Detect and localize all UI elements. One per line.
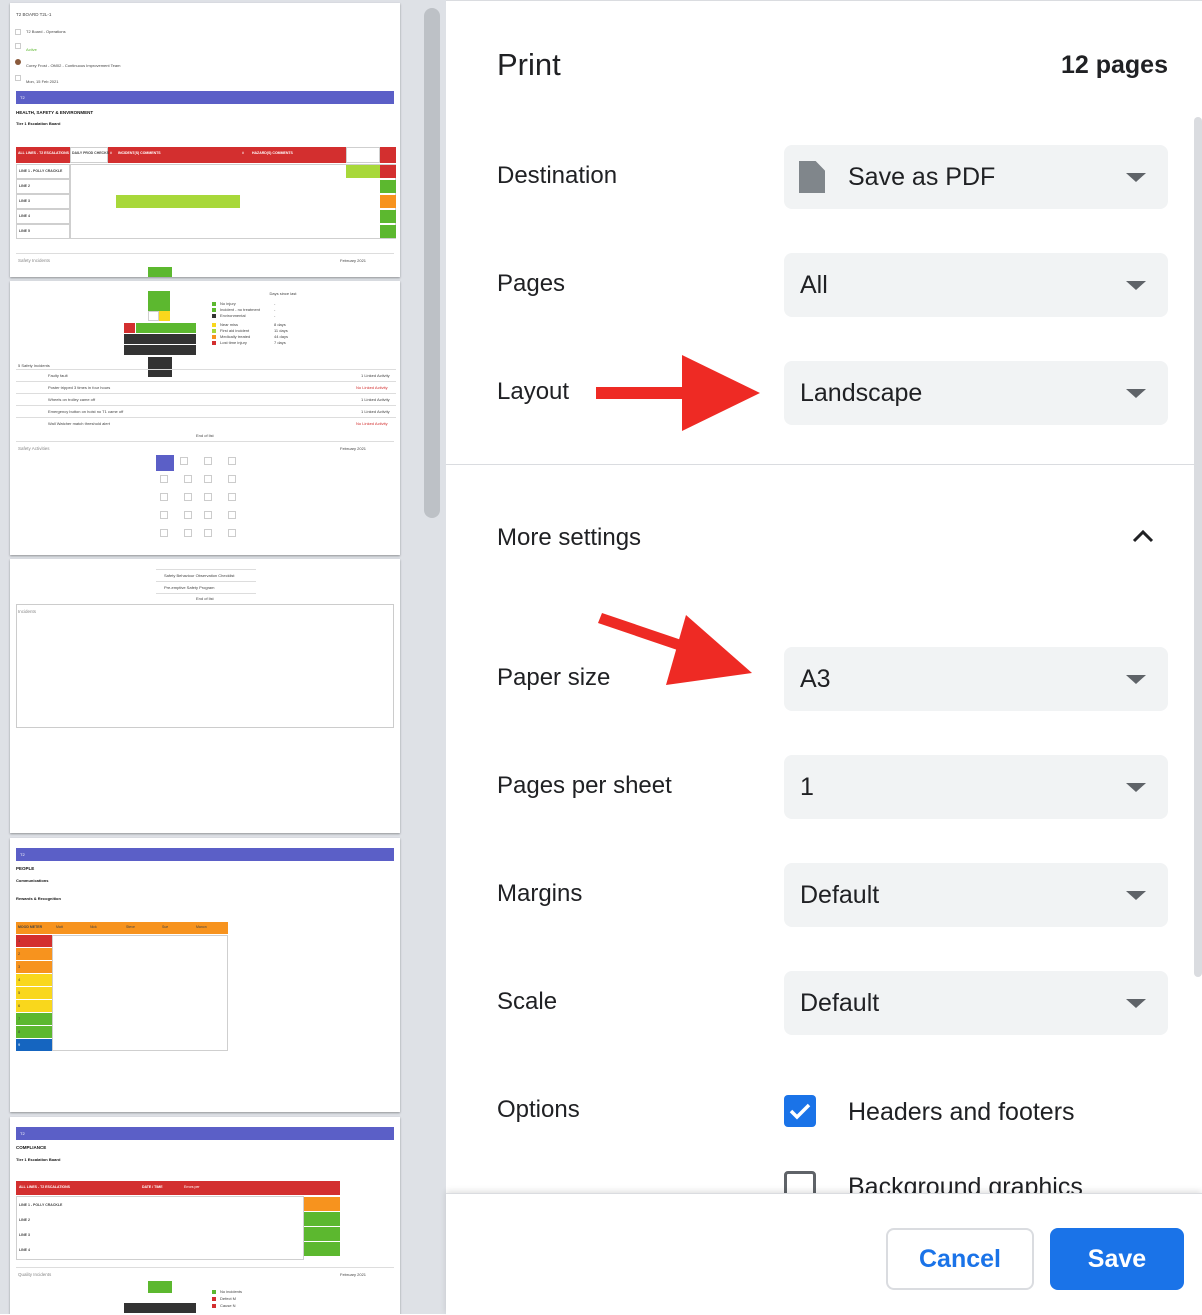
days-header: Days since last: [269, 291, 297, 296]
preview-page-4[interactable]: T2 PEOPLE Communications Rewards & Recog…: [10, 838, 400, 1112]
section-title: HEALTH, SAFETY & ENVIRONMENT: [16, 110, 94, 115]
scale-select[interactable]: Default: [784, 971, 1168, 1035]
paper-size-label: Paper size: [497, 664, 611, 691]
activity-icons: [156, 455, 246, 543]
destination-value: Save as PDF: [848, 163, 996, 191]
layout-label: Layout: [497, 378, 570, 405]
incident-count: 5 Safety Incidents: [18, 363, 50, 368]
save-button[interactable]: Save: [1050, 1228, 1184, 1290]
options-label: Options: [497, 1096, 580, 1123]
safety-incidents-heading: Safety Incidents: [18, 258, 51, 263]
board-title: T2 BOARD T2L-1: [16, 12, 52, 17]
red-arrow-icon: [596, 355, 760, 431]
safety-cross-calendar: [124, 291, 206, 379]
preview-page-1[interactable]: T2 BOARD T2L-1 T2 Board - Operations Act…: [10, 3, 400, 277]
incident-legend: No injury - Incident - no treatment - En…: [212, 301, 302, 371]
preview-page-2[interactable]: Days since last No injury - Incident - n…: [10, 281, 400, 555]
incidents-heading: Incidents: [18, 609, 37, 614]
preview-page-3[interactable]: Safety Behaviour Observation Checklist P…: [10, 559, 400, 833]
escalation-table: ALL LINES - T2 ESCALATIONS DAILY PROD CH…: [16, 147, 396, 241]
chevron-down-icon: [1126, 675, 1146, 684]
month-label: February 2021: [340, 258, 367, 263]
board-status: Active: [26, 47, 37, 52]
margins-select[interactable]: Default: [784, 863, 1168, 927]
preview-page-5[interactable]: T2 COMPLIANCE Tier 1 Escalation Board AL…: [10, 1117, 400, 1314]
chevron-down-icon: [1126, 999, 1146, 1008]
chevron-down-icon: [1126, 173, 1146, 182]
dialog-title: Print: [497, 47, 561, 82]
destination-label: Destination: [497, 162, 618, 189]
document-icon: [799, 161, 825, 193]
section-subtitle: Tier 1 Escalation Board: [16, 121, 61, 126]
mood-meter-table: MOOD METER Matt Nick Steve Sue Manon 1 2…: [16, 922, 230, 1054]
chevron-up-icon[interactable]: [1132, 528, 1154, 544]
incident-list: Faulty fault 1 Linked Activity Poster tr…: [16, 369, 396, 429]
print-preview-panel: T2 BOARD T2L-1 T2 Board - Operations Act…: [0, 0, 446, 1314]
chevron-down-icon: [1126, 891, 1146, 900]
assignee: Corey Frost - OM02 - Continuous Improvem…: [26, 63, 121, 68]
page-count: 12 pages: [1060, 51, 1168, 79]
dialog-footer: Cancel Save: [446, 1193, 1202, 1315]
board-subtitle: T2 Board - Operations: [26, 29, 66, 34]
chevron-down-icon: [1126, 389, 1146, 398]
end-of-list: End of list: [196, 433, 214, 438]
checkmark-icon: [789, 1103, 811, 1120]
chevron-down-icon: [1126, 281, 1146, 290]
layout-select[interactable]: Landscape: [784, 361, 1168, 425]
headers-footers-label: Headers and footers: [848, 1098, 1075, 1126]
destination-select[interactable]: Save as PDF: [784, 145, 1168, 209]
compliance-table: ALL LINES - T2 ESCALATIONS DATE / TIME E…: [16, 1181, 340, 1263]
safety-activities-heading: Safety Activities: [18, 446, 50, 451]
pages-select[interactable]: All: [784, 253, 1168, 317]
red-arrow-icon: [598, 613, 752, 685]
more-settings-toggle[interactable]: More settings: [497, 524, 641, 552]
paper-size-select[interactable]: A3: [784, 647, 1168, 711]
settings-scrollbar[interactable]: [1194, 117, 1202, 977]
scale-label: Scale: [497, 988, 558, 1015]
chevron-down-icon: [1126, 783, 1146, 792]
avatar: [15, 59, 21, 65]
margins-label: Margins: [497, 880, 583, 907]
headers-footers-checkbox[interactable]: [784, 1095, 816, 1127]
pages-per-sheet-label: Pages per sheet: [497, 772, 672, 799]
pages-label: Pages: [497, 270, 566, 297]
pages-per-sheet-select[interactable]: 1: [784, 755, 1168, 819]
section-band: T2: [16, 91, 394, 104]
cancel-button[interactable]: Cancel: [886, 1228, 1034, 1290]
preview-scrollbar[interactable]: [424, 8, 440, 518]
board-date: Mon, 15 Feb 2021: [26, 79, 59, 84]
print-settings-panel: Print 12 pages Destination Save as PDF P…: [446, 0, 1202, 1315]
section-divider: [446, 464, 1202, 465]
